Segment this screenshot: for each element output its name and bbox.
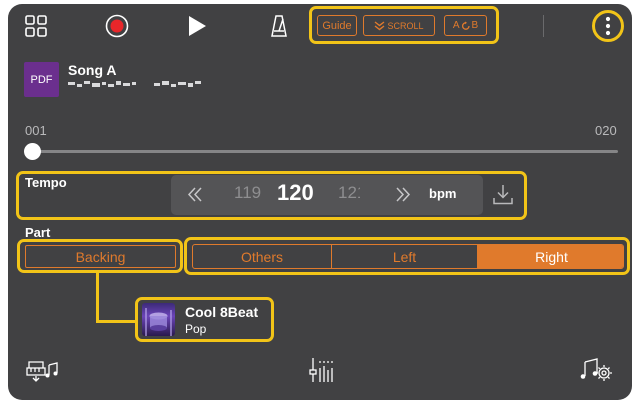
tempo-decrease-icon[interactable] xyxy=(187,187,203,202)
backing-label: Backing xyxy=(75,248,126,265)
part-segment-left-label: Left xyxy=(392,248,417,265)
part-segment-right[interactable]: Right xyxy=(478,245,623,268)
part-segment-others[interactable]: Others xyxy=(193,245,332,268)
style-thumbnail[interactable] xyxy=(142,303,175,336)
mixer-icon[interactable] xyxy=(307,356,335,384)
tempo-label: Tempo xyxy=(25,175,67,190)
position-slider-handle[interactable] xyxy=(24,143,41,160)
backing-button[interactable]: Backing xyxy=(25,245,176,268)
guide-button[interactable]: Guide xyxy=(317,15,357,36)
song-title: Song A xyxy=(68,62,117,78)
ab-loop-icon xyxy=(461,21,470,30)
part-segment-left[interactable]: Left xyxy=(332,245,478,268)
tempo-current-value[interactable]: 120 xyxy=(277,180,314,206)
style-setup-icon[interactable] xyxy=(26,356,60,382)
position-slider-track[interactable] xyxy=(30,150,618,153)
pdf-file-badge[interactable]: PDF xyxy=(24,62,59,97)
ab-label-b: B xyxy=(471,20,479,31)
scroll-chevrons-icon xyxy=(375,20,385,30)
position-start-label: 001 xyxy=(25,123,47,138)
part-segment-others-label: Others xyxy=(240,248,283,265)
record-icon[interactable] xyxy=(105,14,129,38)
metronome-icon[interactable] xyxy=(270,14,288,38)
pdf-badge-label: PDF xyxy=(30,73,53,86)
ab-label: A xyxy=(452,20,460,31)
hand-parts-segmented-control: Others Left Right xyxy=(192,244,624,269)
app-screen: Guide SCROLL A B PDF Song A 001 020 Temp… xyxy=(8,4,632,400)
download-tempo-icon[interactable] xyxy=(493,184,513,205)
style-name: Cool 8Beat xyxy=(185,304,259,320)
song-subtitle-obscured xyxy=(68,81,201,87)
backing-style-connector-horizontal xyxy=(96,320,136,323)
style-genre: Pop xyxy=(185,322,207,336)
backing-style-connector xyxy=(96,272,99,323)
style-thumbnail-image xyxy=(145,308,172,336)
part-label: Part xyxy=(25,225,51,240)
more-options-icon[interactable] xyxy=(605,16,611,36)
position-end-label: 020 xyxy=(595,123,617,138)
ab-repeat-button[interactable]: A B xyxy=(444,15,487,36)
scroll-button[interactable]: SCROLL xyxy=(363,15,435,36)
scroll-label: SCROLL xyxy=(387,20,424,31)
guide-label: Guide xyxy=(322,19,352,32)
toolbar-divider xyxy=(543,15,544,37)
tempo-unit: bpm xyxy=(429,186,457,201)
tempo-increase-icon[interactable] xyxy=(395,187,411,202)
play-icon[interactable] xyxy=(186,15,208,37)
tempo-next-value: 121 xyxy=(338,183,360,202)
tempo-prev-value: 119 xyxy=(234,183,262,202)
grid-menu-icon[interactable] xyxy=(25,15,47,37)
part-segment-right-label: Right xyxy=(535,248,568,265)
song-settings-icon[interactable] xyxy=(580,356,618,384)
